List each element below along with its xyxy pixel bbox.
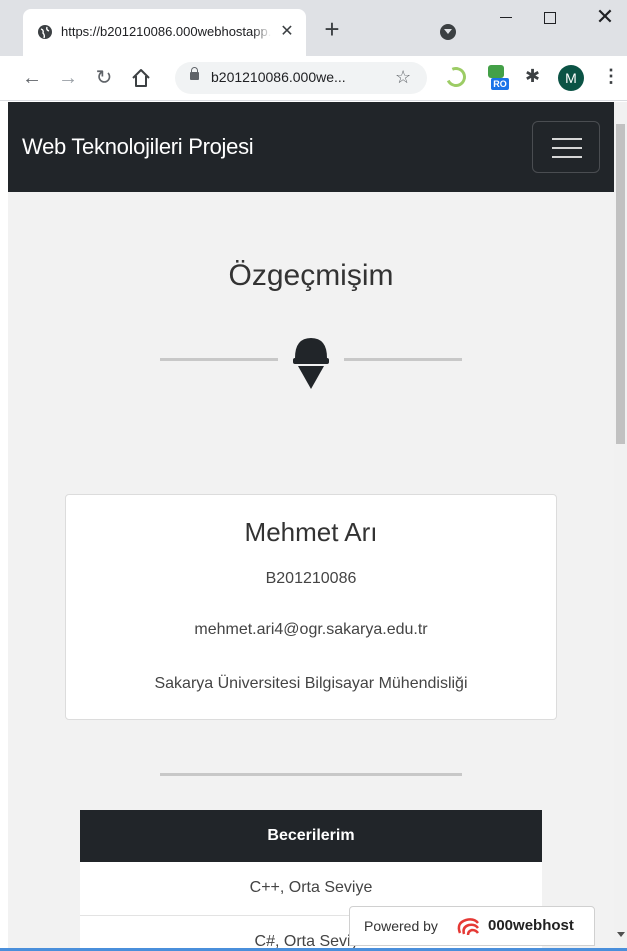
avatar[interactable]: M xyxy=(558,65,584,91)
page-viewport: Web Teknolojileri Projesi Özgeçmişim Meh… xyxy=(8,102,614,948)
minimize-button[interactable] xyxy=(486,0,526,34)
extension-ro-badge: RO xyxy=(491,78,509,90)
tab-title: https://b201210086.000webhostapp.com xyxy=(61,23,271,41)
lock-icon xyxy=(190,67,199,80)
extension-loading-icon[interactable] xyxy=(443,64,469,90)
scrollbar-thumb[interactable] xyxy=(616,124,625,444)
home-icon[interactable] xyxy=(130,67,152,89)
forward-icon[interactable]: → xyxy=(56,66,80,90)
close-window-button[interactable]: ✕ xyxy=(585,0,625,34)
page-scrollbar[interactable] xyxy=(614,102,627,948)
powered-by-label: Powered by xyxy=(364,918,438,934)
maximize-button[interactable] xyxy=(530,0,570,34)
skills-table-header: Becerilerim xyxy=(80,810,542,862)
menu-icon[interactable]: ⋮ xyxy=(602,66,620,87)
browser-window: https://b201210086.000webhostapp.com ✕ +… xyxy=(0,0,627,951)
profile-student-id: B201210086 xyxy=(265,570,357,587)
profile-school: Sakarya Üniversitesi Bilgisayar Mühendis… xyxy=(154,675,468,692)
tab-search-icon[interactable] xyxy=(440,24,456,40)
new-tab-button[interactable]: + xyxy=(320,16,344,42)
icecream-icon xyxy=(293,338,329,389)
navbar-brand[interactable]: Web Teknolojileri Projesi xyxy=(22,134,254,160)
webhost-logo-icon xyxy=(457,918,480,936)
page-title: Özgeçmişim xyxy=(228,259,394,292)
site-navbar: Web Teknolojileri Projesi xyxy=(8,102,614,192)
divider-line xyxy=(344,358,462,361)
profile-name: Mehmet Arı xyxy=(244,517,378,547)
puzzle-icon[interactable]: ✱ xyxy=(525,66,540,87)
star-icon[interactable]: ☆ xyxy=(395,67,411,88)
browser-toolbar: ← → ↻ b201210086.000we... ☆ RO ✱ M ⋮ xyxy=(0,56,627,101)
globe-icon xyxy=(38,25,52,39)
browser-tab[interactable]: https://b201210086.000webhostapp.com ✕ xyxy=(23,9,306,56)
extension-ro-icon[interactable]: RO xyxy=(486,65,509,91)
address-bar[interactable]: b201210086.000we... ☆ xyxy=(175,62,427,94)
url-text: b201210086.000we... xyxy=(211,69,346,85)
profile-card: Mehmet Arı B201210086 mehmet.ari4@ogr.sa… xyxy=(65,494,557,720)
scroll-down-icon[interactable] xyxy=(617,932,625,937)
powered-by-badge[interactable]: Powered by 000webhost xyxy=(349,906,595,946)
divider-line xyxy=(160,773,462,776)
profile-email: mehmet.ari4@ogr.sakarya.edu.tr xyxy=(194,621,428,638)
reload-icon[interactable]: ↻ xyxy=(92,66,116,90)
tab-strip: https://b201210086.000webhostapp.com ✕ +… xyxy=(0,0,627,56)
back-icon[interactable]: ← xyxy=(20,66,44,90)
divider-line xyxy=(160,358,278,361)
tab-close-icon[interactable]: ✕ xyxy=(277,22,297,42)
powered-by-brand: 000webhost xyxy=(488,917,574,934)
navbar-toggler-button[interactable] xyxy=(532,121,600,173)
